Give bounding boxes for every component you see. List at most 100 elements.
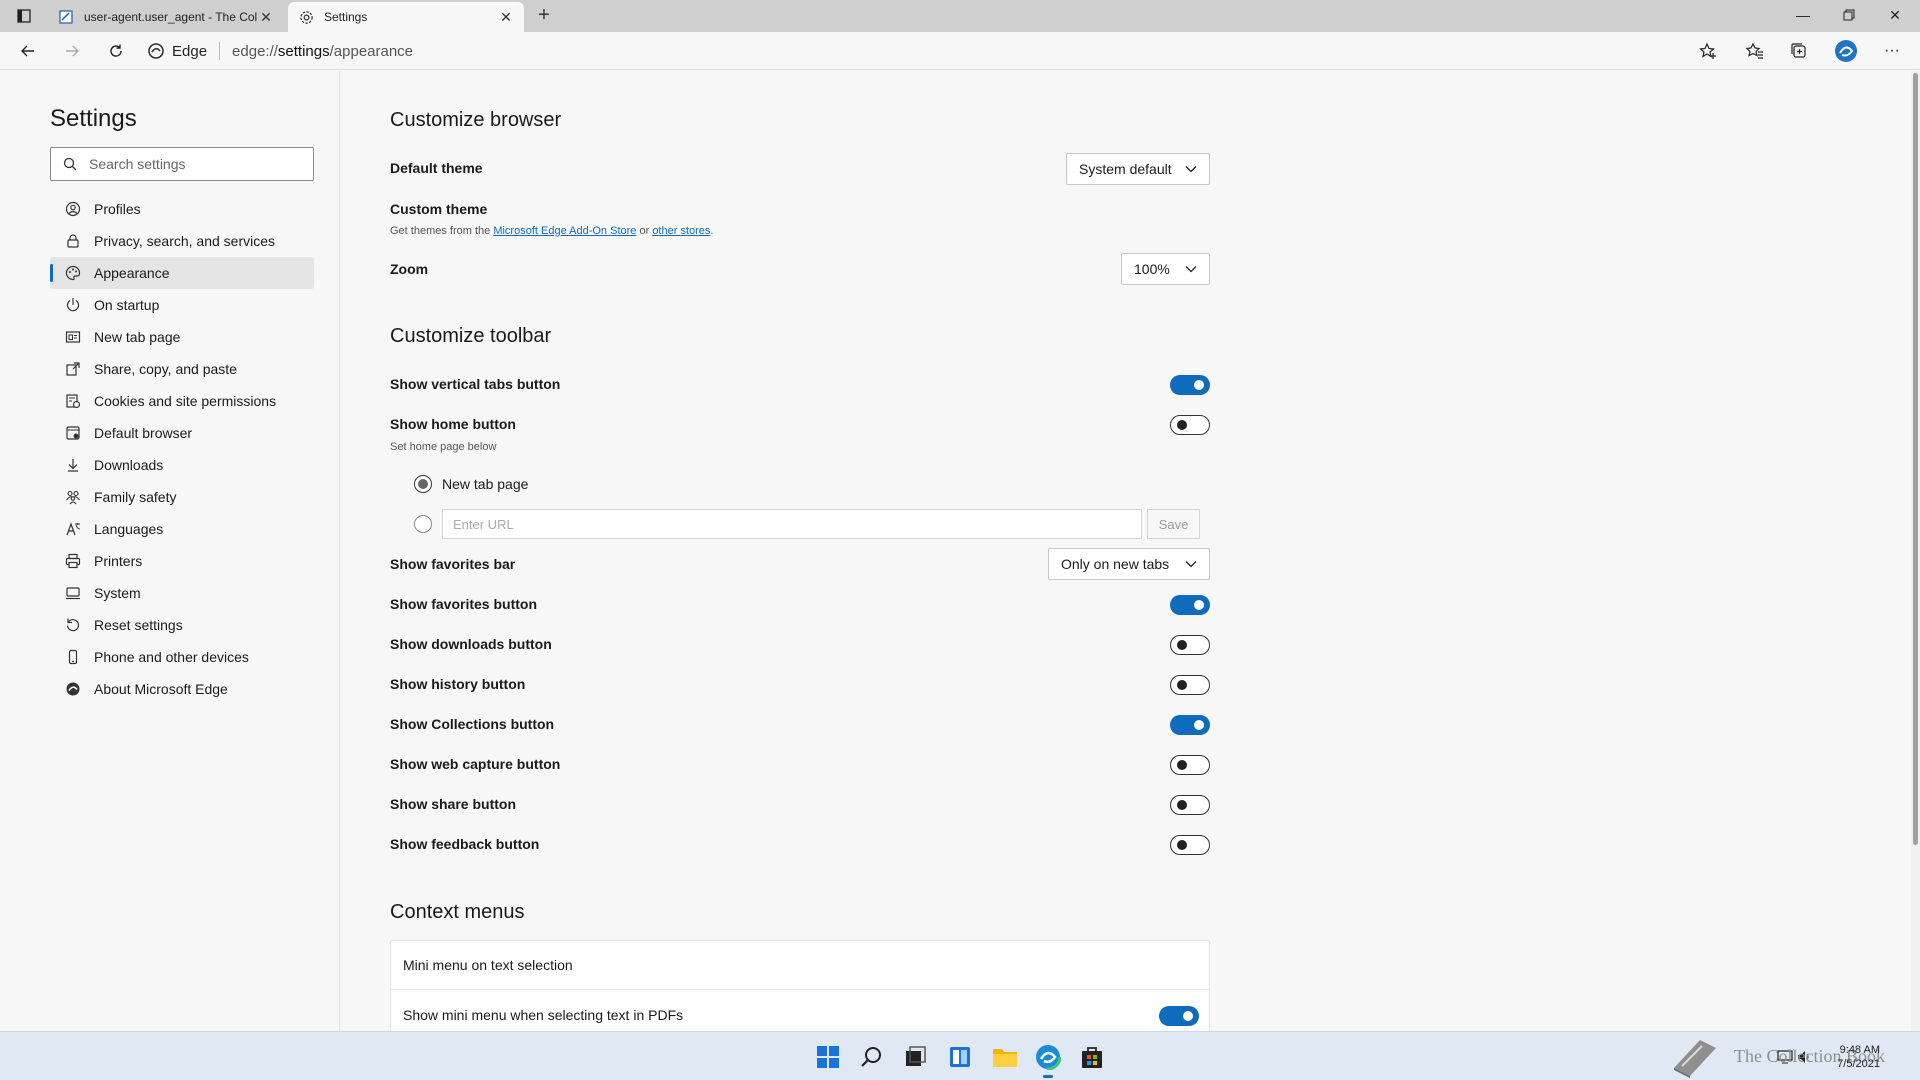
browser-icon [64,424,82,442]
home-url-input[interactable] [442,509,1142,539]
tab-title: user-agent.user_agent - The Coll [84,10,258,24]
language-icon [64,520,82,538]
favorites-icon[interactable] [1741,37,1769,65]
chevron-down-icon [1185,165,1197,173]
book-icon [1674,1040,1716,1078]
sidebar-item-on-startup[interactable]: On startup [50,289,314,321]
sidebar-item-privacy[interactable]: Privacy, search, and services [50,225,314,257]
address-bar[interactable]: Edge edge://settings/appearance [148,36,1728,66]
sidebar-item-appearance[interactable]: Appearance [50,257,314,289]
history-button-toggle[interactable] [1170,675,1210,695]
page-scrollbar[interactable] [1911,71,1920,1031]
sidebar-item-new-tab-page[interactable]: New tab page [50,321,314,353]
edge-brand: Edge [148,43,207,60]
home-url-save-button[interactable]: Save [1147,509,1200,539]
restore-icon[interactable] [1826,0,1872,30]
sidebar-item-profiles[interactable]: Profiles [50,193,314,225]
tab-user-agent[interactable]: user-agent.user_agent - The Coll ✕ [48,2,284,32]
custom-theme-label: Custom theme [390,201,488,217]
sidebar-item-default-browser[interactable]: Default browser [50,417,314,449]
tab-close-icon[interactable]: ✕ [498,9,514,26]
scrollbar-thumb[interactable] [1913,73,1918,845]
home-newtab-label: New tab page [442,476,529,492]
zoom-label: Zoom [390,261,429,277]
mini-menu-pdf-label: Show mini menu when selecting text in PD… [403,1007,684,1023]
add-favorite-icon[interactable] [1694,37,1722,65]
search-input[interactable] [89,156,289,172]
printer-icon [64,552,82,570]
download-icon [64,456,82,474]
favorites-bar-dropdown[interactable]: Only on new tabs [1048,548,1210,580]
sidebar-item-share-copy-paste[interactable]: Share, copy, and paste [50,353,314,385]
power-icon [64,296,82,314]
tab-strip: user-agent.user_agent - The Coll ✕ Setti… [0,0,1920,32]
downloads-button-toggle[interactable] [1170,635,1210,655]
profile-avatar-icon[interactable] [1832,37,1860,65]
tab-settings[interactable]: Settings ✕ [288,2,524,32]
back-icon[interactable] [14,37,42,65]
vertical-tabs-toggle[interactable] [1170,375,1210,395]
system-clock[interactable]: 9:48 AM 7/5/2021 [1820,1043,1880,1071]
section-context-menus: Context menus [390,901,525,923]
share-button-toggle[interactable] [1170,795,1210,815]
collections-button-label: Show Collections button [390,716,555,732]
tab-title: Settings [324,10,368,24]
task-view-icon[interactable] [900,1042,930,1072]
home-url-radio[interactable] [414,515,432,533]
feedback-button-toggle[interactable] [1170,835,1210,855]
edge-taskbar-icon[interactable] [1033,1042,1063,1078]
chevron-down-icon [1185,265,1197,273]
section-customize-browser: Customize browser [390,109,562,131]
default-theme-dropdown[interactable]: System default [1066,153,1210,185]
reset-icon [64,616,82,634]
home-button-toggle[interactable] [1170,415,1210,435]
share-button-label: Show share button [390,796,516,812]
close-window-icon[interactable]: ✕ [1872,0,1918,30]
minimize-icon[interactable]: — [1780,0,1826,30]
file-explorer-icon[interactable] [990,1042,1020,1072]
new-tab-button[interactable]: + [532,4,556,28]
start-icon[interactable] [813,1042,843,1072]
home-button-label: Show home button [390,416,516,432]
widgets-icon[interactable] [945,1042,975,1072]
sidebar-item-family-safety[interactable]: Family safety [50,481,314,513]
lock-icon [64,232,82,250]
search-icon[interactable] [857,1042,887,1072]
favorites-button-toggle[interactable] [1170,595,1210,615]
sidebar-item-about-edge[interactable]: About Microsoft Edge [50,673,314,705]
search-settings-field[interactable] [50,147,314,181]
clock-date: 7/5/2021 [1837,1058,1880,1070]
home-newtab-radio[interactable] [414,475,432,493]
other-stores-link[interactable]: other stores [652,225,710,237]
store-icon[interactable] [1077,1042,1107,1072]
newtab-icon [64,328,82,346]
vertical-tabs-label: Show vertical tabs button [390,376,561,392]
sidebar-item-cookies[interactable]: Cookies and site permissions [50,385,314,417]
sidebar-item-languages[interactable]: Languages [50,513,314,545]
tab-actions-icon[interactable] [12,6,36,26]
web-capture-button-toggle[interactable] [1170,755,1210,775]
mini-menu-pdf-toggle[interactable] [1159,1006,1199,1026]
collections-button-toggle[interactable] [1170,715,1210,735]
downloads-button-label: Show downloads button [390,636,552,652]
sidebar-item-system[interactable]: System [50,577,314,609]
sidebar-item-reset-settings[interactable]: Reset settings [50,609,314,641]
collections-icon[interactable] [1785,37,1813,65]
more-menu-icon[interactable]: ··· [1878,37,1906,65]
zoom-dropdown[interactable]: 100% [1121,253,1210,285]
settings-nav: Profiles Privacy, search, and services A… [50,193,314,705]
web-capture-button-label: Show web capture button [390,756,561,772]
phone-icon [64,648,82,666]
settings-content: Customize browser Default theme System d… [341,71,1911,1040]
sidebar-item-printers[interactable]: Printers [50,545,314,577]
tab-close-icon[interactable]: ✕ [258,9,274,26]
divider [391,989,1209,990]
url-text: edge://settings/appearance [232,42,414,60]
refresh-icon[interactable] [102,37,130,65]
section-customize-toolbar: Customize toolbar [390,325,552,347]
sidebar-item-downloads[interactable]: Downloads [50,449,314,481]
sidebar-item-phone-devices[interactable]: Phone and other devices [50,641,314,673]
addon-store-link[interactable]: Microsoft Edge Add-On Store [493,225,636,237]
chevron-down-icon [1185,560,1197,568]
forward-icon[interactable] [58,37,86,65]
